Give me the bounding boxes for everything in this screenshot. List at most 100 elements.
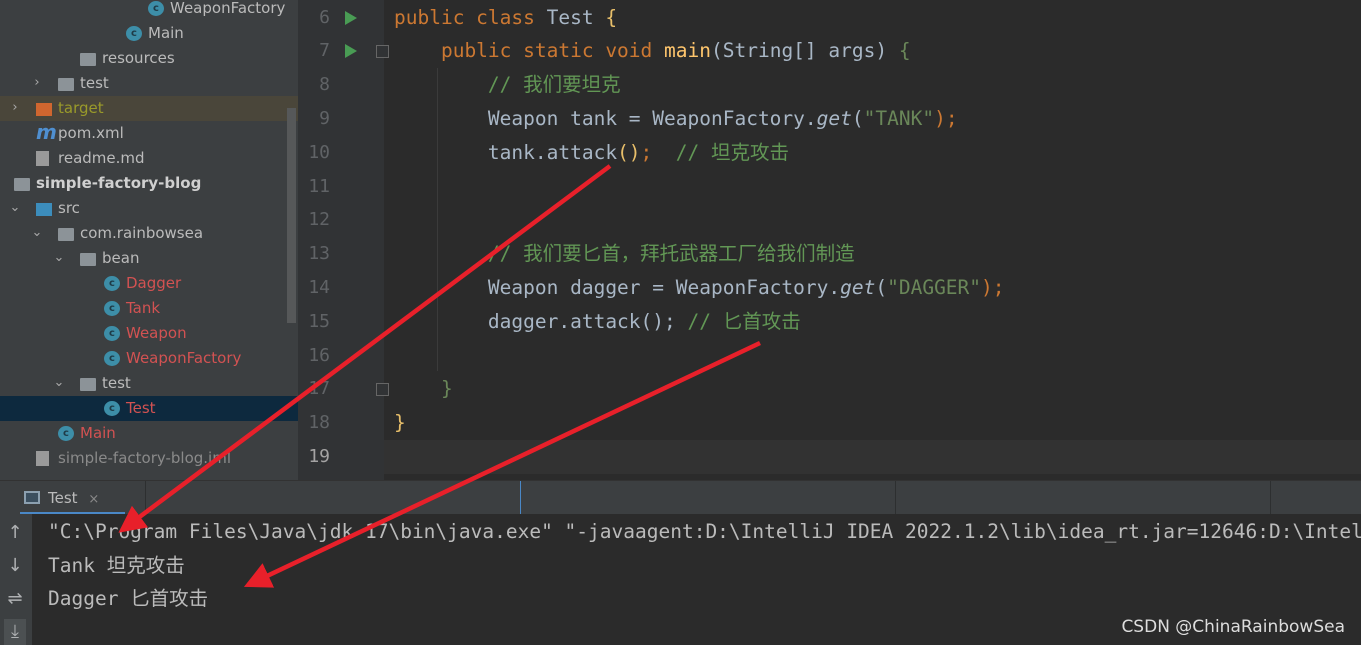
package-icon: [58, 228, 74, 241]
tree-item-label: simple-factory-blog: [36, 174, 202, 192]
fold-icon[interactable]: [376, 383, 389, 397]
divider: [1270, 481, 1271, 515]
tab-run-test[interactable]: Test ×: [20, 481, 125, 515]
markdown-icon: [36, 151, 49, 166]
module-icon: [14, 178, 30, 191]
code-line: Weapon tank = WeaponFactory.get("TANK");: [394, 102, 958, 136]
scroll-down-icon[interactable]: ↓: [4, 553, 26, 579]
tree-item[interactable]: readme.md: [0, 146, 298, 171]
project-tree[interactable]: c WeaponFactory c Main resources › test › target…: [0, 0, 298, 480]
tree-item[interactable]: ⌄ bean: [0, 246, 298, 271]
tree-item-label: Test: [126, 399, 156, 417]
console-output[interactable]: "C:\Program Files\Java\jdk-17\bin\java.e…: [32, 514, 1361, 645]
code-token: (: [851, 106, 864, 130]
code-line: tank.attack(); // 坦克攻击: [394, 136, 789, 170]
run-icon[interactable]: [345, 10, 357, 25]
code-line: Weapon dagger = WeaponFactory.get("DAGGE…: [394, 271, 1005, 305]
tree-item[interactable]: ⌄ com.rainbowsea: [0, 221, 298, 246]
tree-item-label: bean: [102, 249, 140, 267]
close-icon[interactable]: ×: [88, 492, 99, 507]
line-number: 17: [308, 378, 330, 400]
tree-item[interactable]: c WeaponFactory: [0, 0, 298, 21]
fold-icon[interactable]: [376, 45, 389, 59]
scroll-to-end-icon[interactable]: ⤓: [4, 619, 26, 645]
code-line: dagger.attack(); // 匕首攻击: [394, 305, 801, 339]
line-number: 15: [308, 310, 330, 332]
runnable-class-icon: c: [126, 26, 142, 41]
package-icon: [80, 253, 96, 266]
tree-item-label: Dagger: [126, 274, 182, 292]
tree-item[interactable]: › target: [0, 96, 298, 121]
runnable-class-icon: c: [104, 401, 120, 416]
chevron-down-icon[interactable]: ⌄: [31, 220, 43, 245]
tree-item[interactable]: c Dagger: [0, 271, 298, 296]
code-line: // 我们要匕首，拜托武器工厂给我们制造: [394, 237, 855, 271]
tree-item-label: pom.xml: [58, 124, 124, 142]
tree-item[interactable]: c Tank: [0, 296, 298, 321]
tree-item[interactable]: resources: [0, 46, 298, 71]
target-folder-icon: [36, 103, 52, 116]
code-token: // 匕首攻击: [675, 309, 801, 333]
code-token: // 坦克攻击: [652, 140, 789, 164]
code-editor[interactable]: 6 7 8 9 10 11 12 13 14 15 16 17 18 19 public class Te…: [298, 0, 1361, 480]
tree-item[interactable]: ⌄ src: [0, 196, 298, 221]
class-icon: c: [104, 301, 120, 316]
watermark: CSDN @ChinaRainbowSea: [1121, 617, 1345, 637]
line-number: 11: [308, 175, 330, 197]
tree-item-label: Main: [80, 424, 116, 442]
code-token: );: [934, 106, 958, 130]
code-token: tank.attack: [394, 140, 618, 164]
console-toolbar: ↑ ↓ ⇌ ⤓: [0, 514, 32, 645]
tree-item[interactable]: c WeaponFactory: [0, 346, 298, 371]
tree-item-label: readme.md: [58, 149, 145, 167]
run-icon[interactable]: [345, 44, 357, 59]
code-token: "DAGGER": [887, 275, 982, 299]
code-token: dagger.attack();: [394, 309, 676, 333]
tree-item[interactable]: simple-factory-blog.iml: [0, 446, 298, 471]
tree-item-label: test: [80, 74, 109, 92]
tree-item[interactable]: › test: [0, 71, 298, 96]
code-token: get: [840, 275, 876, 299]
code-token: main: [664, 39, 711, 63]
code-token: {: [605, 5, 618, 29]
code-token: }: [394, 411, 406, 435]
code-token: (): [617, 140, 641, 164]
chevron-down-icon[interactable]: ⌄: [53, 245, 65, 270]
soft-wrap-icon[interactable]: ⇌: [4, 586, 26, 612]
line-number: 10: [308, 141, 330, 163]
tree-item[interactable]: m pom.xml: [0, 121, 298, 146]
scrollbar[interactable]: [287, 108, 296, 323]
code-token: get: [816, 106, 852, 130]
tree-item[interactable]: c Weapon: [0, 321, 298, 346]
chevron-right-icon[interactable]: ›: [9, 95, 21, 120]
tab-label: Test: [48, 489, 78, 507]
line-number: 9: [319, 107, 330, 129]
code-token: // 我们要坦克: [394, 73, 621, 97]
chevron-right-icon[interactable]: ›: [31, 70, 43, 95]
tree-item[interactable]: c Main: [0, 421, 298, 446]
tree-item[interactable]: ⌄simple-factory-blog: [0, 171, 298, 196]
code-line: }: [394, 406, 406, 440]
line-number: 16: [308, 344, 330, 366]
console-line: "C:\Program Files\Java\jdk-17\bin\java.e…: [48, 520, 1361, 543]
tree-item[interactable]: c Test: [0, 396, 298, 421]
maven-icon: m: [36, 120, 57, 144]
abstract-class-icon: c: [104, 326, 120, 341]
tree-item-label: target: [58, 99, 104, 117]
tree-item[interactable]: c Main: [0, 21, 298, 46]
chevron-down-icon[interactable]: ⌄: [53, 370, 65, 395]
tree-item-label: simple-factory-blog.iml: [58, 449, 231, 467]
line-number: 6: [319, 6, 330, 28]
code-token: (: [875, 275, 888, 299]
tree-item-label: Tank: [126, 299, 161, 317]
current-line-highlight: [384, 439, 1361, 474]
tree-item-label: Weapon: [126, 324, 187, 342]
code-token: // 我们要匕首，拜托武器工厂给我们制造: [394, 242, 855, 266]
scroll-up-icon[interactable]: ↑: [4, 520, 26, 546]
tree-item[interactable]: ⌄ test: [0, 371, 298, 396]
code-line: // 我们要坦克: [394, 68, 621, 102]
class-icon: c: [104, 276, 120, 291]
line-gutter: 6 7 8 9 10 11 12 13 14 15 16 17 18 19: [298, 0, 389, 480]
code-token: Weapon dagger = WeaponFactory.: [394, 275, 841, 299]
chevron-down-icon[interactable]: ⌄: [9, 195, 21, 220]
